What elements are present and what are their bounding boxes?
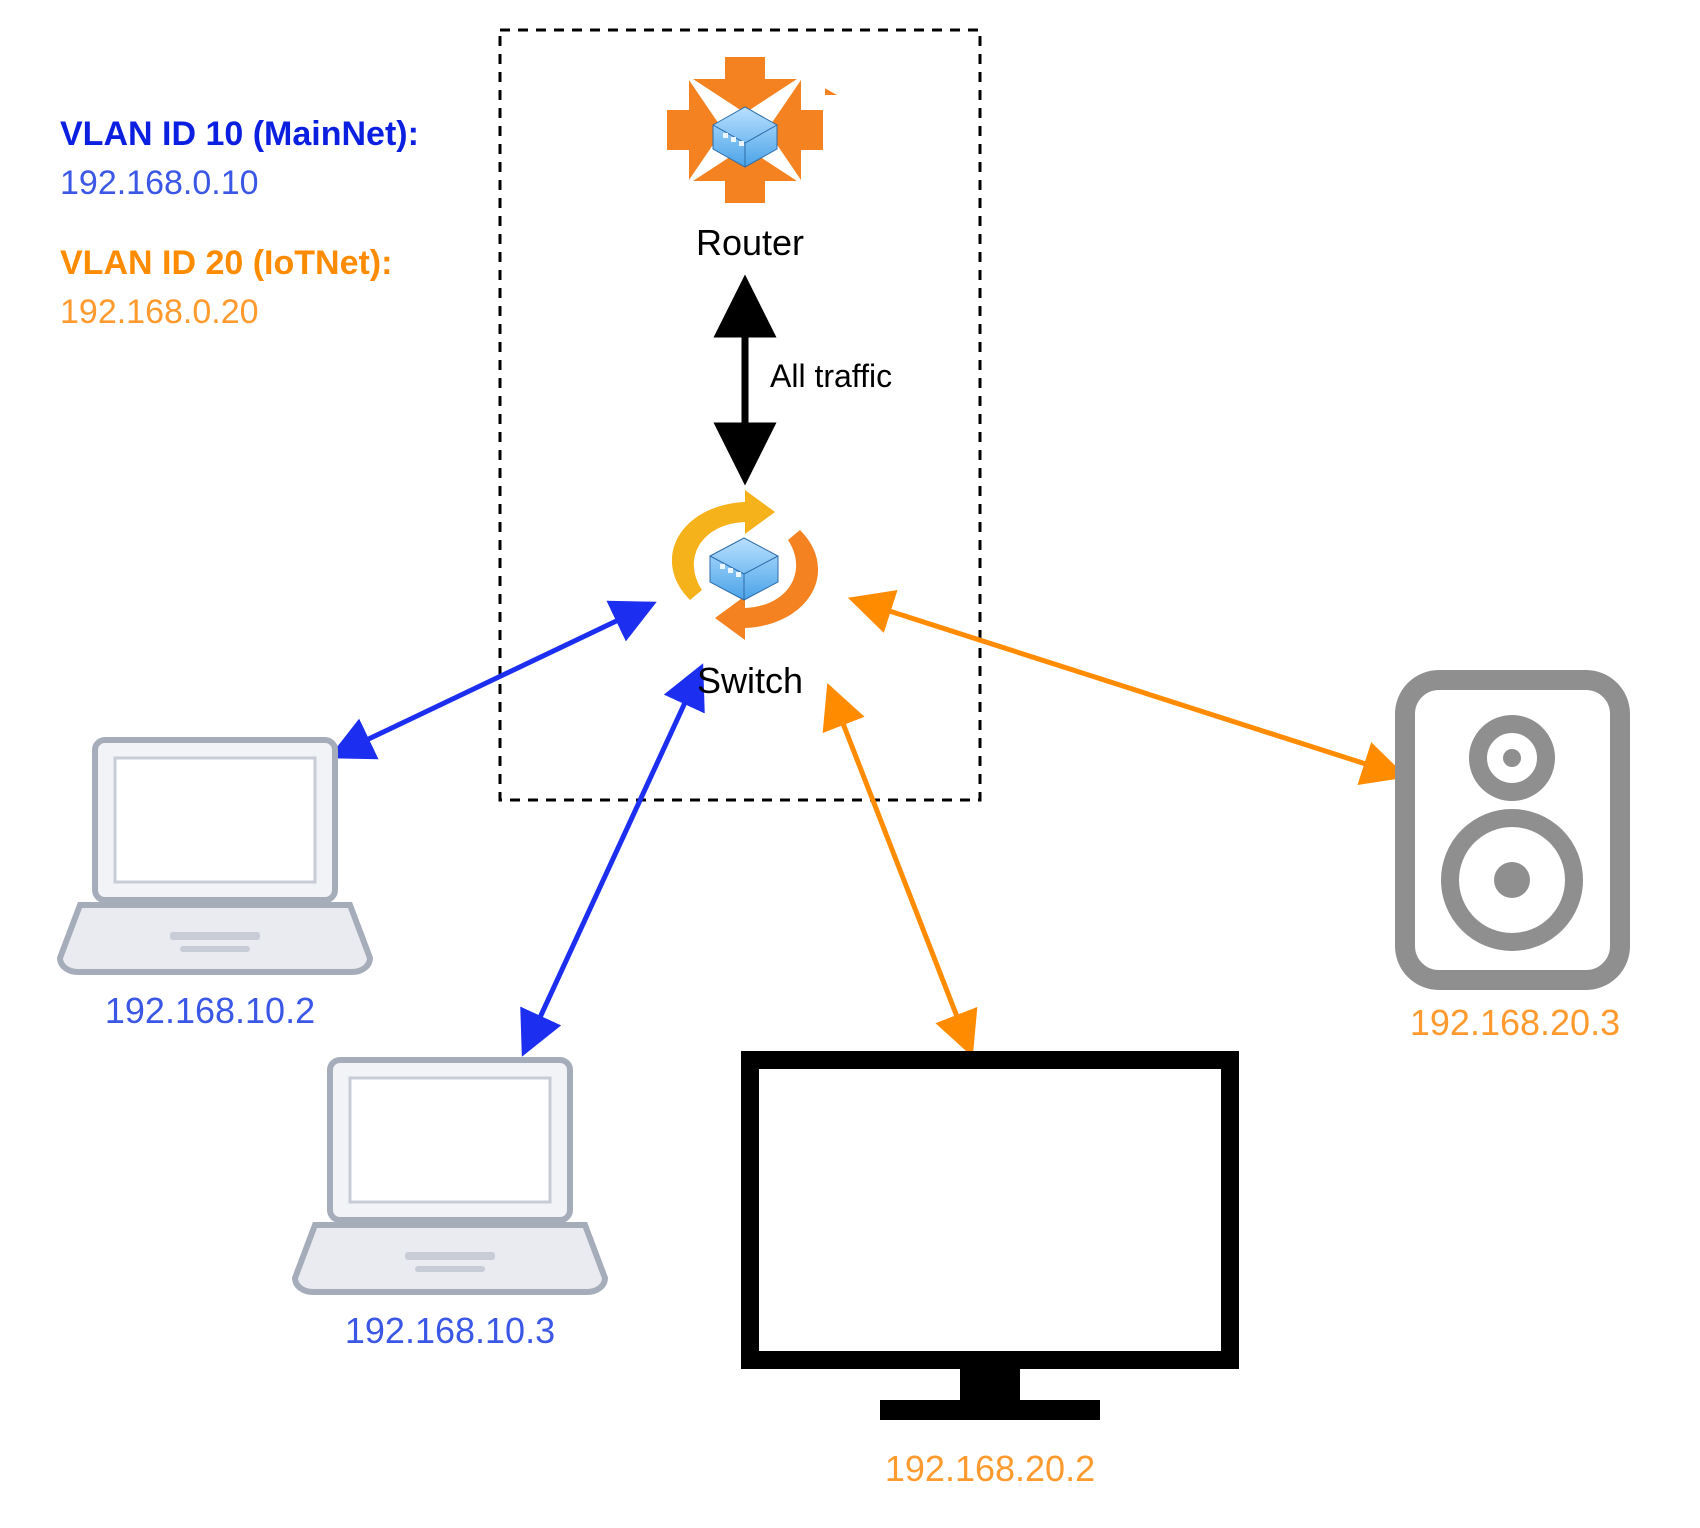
speaker-icon bbox=[1405, 680, 1620, 980]
traffic-label: All traffic bbox=[770, 358, 892, 395]
legend-vlan20-title: VLAN ID 20 (IoTNet): bbox=[60, 239, 419, 288]
diagram-canvas: VLAN ID 10 (MainNet): 192.168.0.10 VLAN … bbox=[0, 0, 1700, 1528]
legend: VLAN ID 10 (MainNet): 192.168.0.10 VLAN … bbox=[60, 110, 419, 337]
legend-vlan20-ip: 192.168.0.20 bbox=[60, 288, 419, 337]
legend-vlan10-ip: 192.168.0.10 bbox=[60, 159, 419, 208]
router-icon-clean bbox=[665, 55, 825, 205]
tv-ip: 192.168.20.2 bbox=[820, 1448, 1160, 1490]
router-icon bbox=[675, 55, 837, 205]
laptop1-icon bbox=[60, 740, 370, 972]
speaker-ip: 192.168.20.3 bbox=[1355, 1002, 1675, 1044]
switch-label: Switch bbox=[620, 660, 880, 702]
router-label: Router bbox=[620, 222, 880, 264]
laptop1-ip: 192.168.10.2 bbox=[40, 990, 380, 1032]
link-switch-laptop2 bbox=[525, 670, 700, 1050]
switch-icon bbox=[672, 490, 818, 640]
laptop2-icon bbox=[295, 1060, 605, 1292]
legend-vlan10-title: VLAN ID 10 (MainNet): bbox=[60, 110, 419, 159]
tv-icon bbox=[750, 1060, 1230, 1420]
link-switch-tv bbox=[830, 690, 970, 1050]
laptop2-ip: 192.168.10.3 bbox=[280, 1310, 620, 1352]
link-switch-laptop1 bbox=[335, 605, 650, 755]
link-switch-speaker bbox=[855, 600, 1400, 775]
